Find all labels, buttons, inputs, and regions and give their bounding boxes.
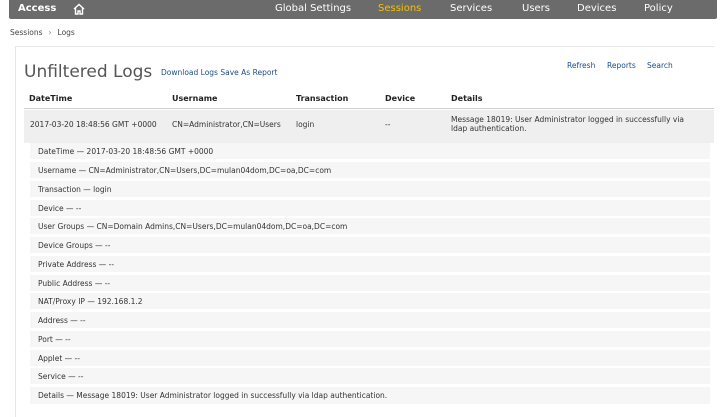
detail-row: Username — CN=Administrator,CN=Users,DC=… xyxy=(30,162,710,179)
title-links: Download Logs Save As Report xyxy=(161,68,277,77)
nav-global-settings[interactable]: Global Settings xyxy=(275,3,351,14)
detail-address: Address — -- xyxy=(38,316,86,325)
detail-row: Device — -- xyxy=(30,200,710,217)
detail-details: Details — Message 18019: User Administra… xyxy=(38,391,388,400)
detail-public-address: Public Address — -- xyxy=(38,279,111,288)
page-title: Unfiltered Logs xyxy=(24,62,153,82)
detail-nat-proxy-ip: NAT/Proxy IP — 192.168.1.2 xyxy=(38,297,143,306)
detail-row: Transaction — login xyxy=(30,181,710,198)
column-header-details[interactable]: Details xyxy=(451,94,483,103)
detail-row: Device Groups — -- xyxy=(30,237,710,254)
refresh-link[interactable]: Refresh xyxy=(567,61,595,70)
detail-device: Device — -- xyxy=(38,204,82,213)
detail-device-groups: Device Groups — -- xyxy=(38,241,111,250)
save-as-report-link[interactable]: Save As Report xyxy=(220,68,277,77)
top-nav-bar: Access Global Settings Sessions Services… xyxy=(9,0,717,19)
detail-private-address: Private Address — -- xyxy=(38,260,115,269)
nav-services[interactable]: Services xyxy=(450,3,492,14)
detail-row: NAT/Proxy IP — 192.168.1.2 xyxy=(30,293,710,310)
breadcrumb-logs: Logs xyxy=(57,28,75,37)
detail-row: User Groups — CN=Domain Admins,CN=Users,… xyxy=(30,218,710,235)
breadcrumb-separator: › xyxy=(48,28,52,37)
column-header-device[interactable]: Device xyxy=(385,94,415,103)
nav-sessions[interactable]: Sessions xyxy=(378,3,421,14)
nav-devices[interactable]: Devices xyxy=(577,3,616,14)
detail-row: Private Address — -- xyxy=(30,256,710,273)
detail-row: DateTime — 2017-03-20 18:48:56 GMT +0000 xyxy=(30,143,710,160)
nav-users[interactable]: Users xyxy=(522,3,550,14)
detail-applet: Applet — -- xyxy=(38,354,80,363)
detail-row: Address — -- xyxy=(30,312,710,329)
header-divider xyxy=(24,108,714,109)
home-icon[interactable] xyxy=(72,2,86,16)
breadcrumb-sessions[interactable]: Sessions xyxy=(10,28,43,37)
nav-policy[interactable]: Policy xyxy=(644,3,673,14)
detail-user-groups: User Groups — CN=Domain Admins,CN=Users,… xyxy=(38,222,348,231)
column-header-username[interactable]: Username xyxy=(172,94,217,103)
detail-row: Details — Message 18019: User Administra… xyxy=(30,387,710,405)
row-datetime: 2017-03-20 18:48:56 GMT +0000 xyxy=(30,120,157,129)
nav-brand-access[interactable]: Access xyxy=(18,3,56,14)
column-header-datetime[interactable]: DateTime xyxy=(29,94,72,103)
reports-link[interactable]: Reports xyxy=(607,61,636,70)
detail-row: Applet — -- xyxy=(30,350,710,367)
row-device: -- xyxy=(385,120,391,129)
detail-username: Username — CN=Administrator,CN=Users,DC=… xyxy=(38,166,332,175)
row-details-line2: ldap authentication. xyxy=(451,124,527,133)
detail-row: Port — -- xyxy=(30,331,710,348)
detail-transaction: Transaction — login xyxy=(38,185,112,194)
detail-port: Port — -- xyxy=(38,335,71,344)
download-logs-link[interactable]: Download Logs xyxy=(161,68,218,77)
detail-row: Service — -- xyxy=(30,368,710,385)
search-link[interactable]: Search xyxy=(647,61,673,70)
column-header-transaction[interactable]: Transaction xyxy=(296,94,348,103)
row-username: CN=Administrator,CN=Users xyxy=(172,120,281,129)
row-transaction: login xyxy=(296,120,315,129)
detail-row: Public Address — -- xyxy=(30,275,710,292)
table-row[interactable]: 2017-03-20 18:48:56 GMT +0000 CN=Adminis… xyxy=(24,110,714,143)
row-details-line1: Message 18019: User Administrator logged… xyxy=(451,115,685,124)
detail-datetime: DateTime — 2017-03-20 18:48:56 GMT +0000 xyxy=(38,147,214,156)
breadcrumb: Sessions › Logs xyxy=(10,28,75,37)
detail-service: Service — -- xyxy=(38,372,84,381)
